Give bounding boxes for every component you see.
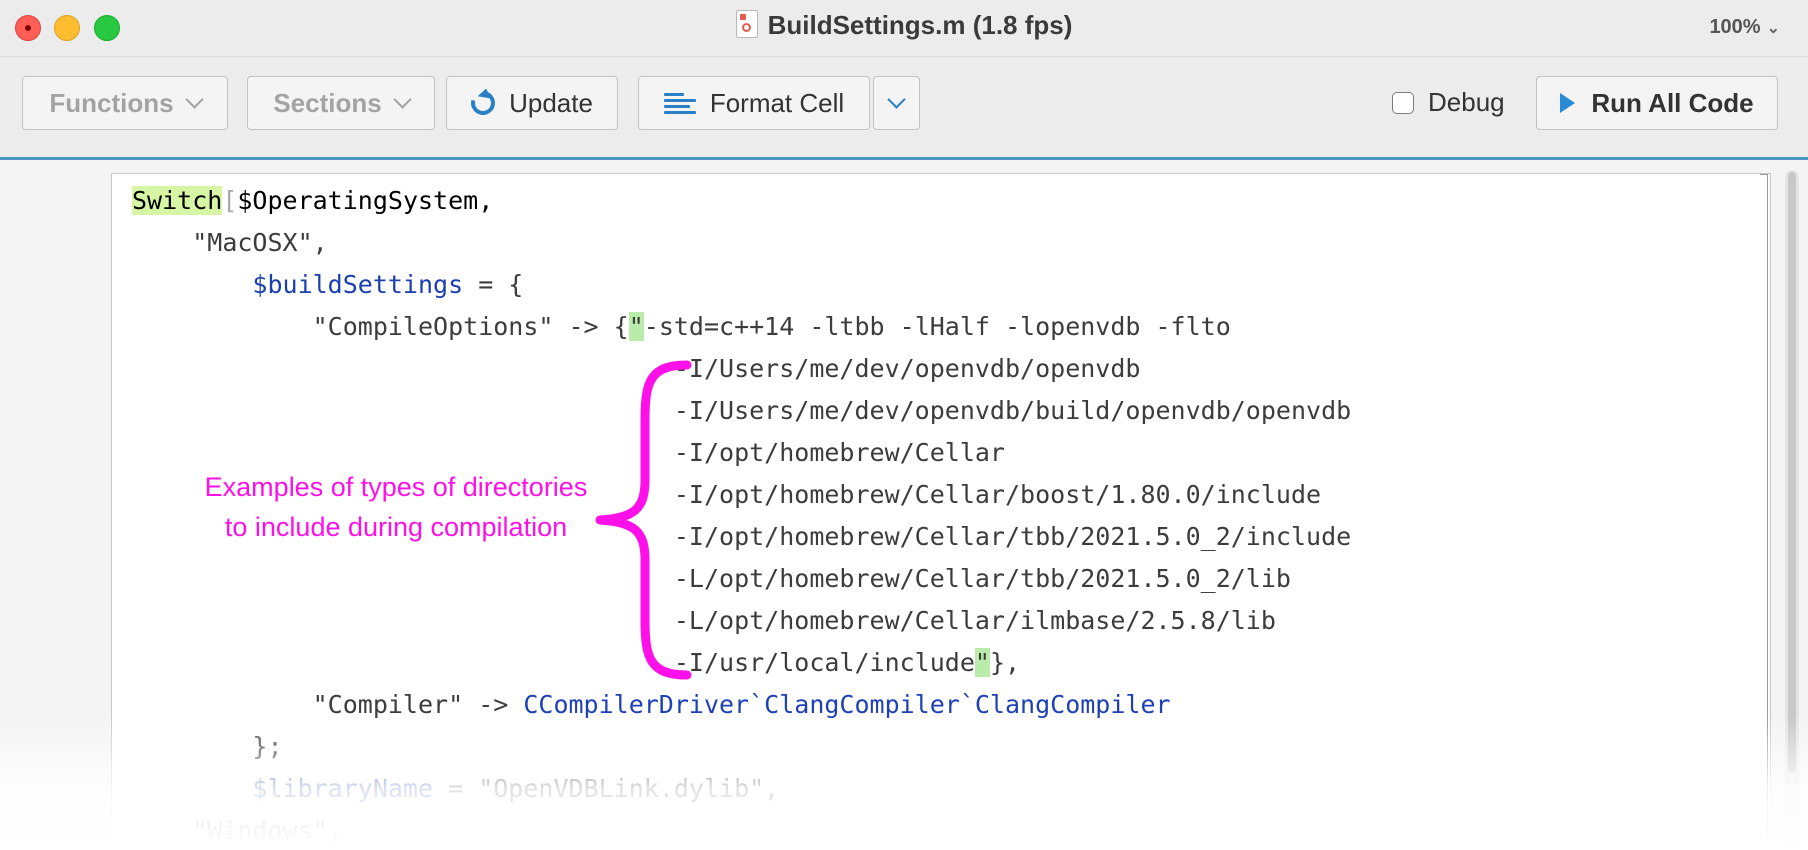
run-all-code-button[interactable]: Run All Code [1536, 76, 1778, 130]
curly-brace-icon [595, 360, 692, 680]
window-title-area: BuildSettings.m (1.8 fps) [0, 10, 1808, 41]
format-cell-button[interactable]: Format Cell [638, 76, 870, 130]
code-line[interactable]: "MacOSX", [132, 222, 327, 264]
chevron-down-icon: ⌄ [1766, 20, 1780, 37]
code-line[interactable]: "Compiler" -> CCompilerDriver`ClangCompi… [132, 684, 1171, 726]
include-path-line[interactable]: -I/Users/me/dev/openvdb/build/openvdb/op… [132, 390, 1351, 432]
annotation-text: Examples of types of directories to incl… [176, 467, 616, 547]
code-line[interactable]: $libraryName = "OpenVDBLink.dylib", [132, 768, 779, 810]
zoom-level: 100% [1709, 16, 1761, 38]
format-cell-label: Format Cell [709, 87, 845, 118]
chevron-down-icon [184, 89, 204, 109]
document-icon [735, 10, 758, 38]
code-line[interactable]: "Windows", [132, 810, 343, 850]
sections-menu-button[interactable]: Sections [247, 76, 435, 130]
code-line[interactable]: }; [132, 726, 282, 768]
code-line[interactable]: "CompileOptions" -> {"-std=c++14 -ltbb -… [132, 306, 1231, 348]
cell-bracket[interactable] [1760, 174, 1768, 850]
update-label: Update [509, 87, 593, 118]
sections-label: Sections [273, 87, 382, 118]
functions-menu-button[interactable]: Functions [22, 76, 228, 130]
chevron-down-icon [887, 89, 906, 109]
window-title: BuildSettings.m (1.8 fps) [767, 10, 1073, 40]
zoom-menu[interactable]: 100% ⌄ [1709, 16, 1780, 39]
run-all-code-label: Run All Code [1591, 87, 1754, 118]
annotation-line: Examples of types of directories [204, 472, 588, 502]
toolbar: Functions Sections Update Format Cell Ru… [0, 57, 1808, 160]
title-bar: BuildSettings.m (1.8 fps) 100% ⌄ [0, 0, 1808, 57]
refresh-icon [466, 86, 500, 120]
notebook-window: BuildSettings.m (1.8 fps) 100% ⌄ Function… [0, 0, 1808, 850]
code-line[interactable]: Switch[$OperatingSystem, [132, 180, 493, 222]
debug-label: Debug [1428, 87, 1505, 117]
update-button[interactable]: Update [446, 76, 618, 130]
annotation-line: to include during compilation [224, 512, 568, 542]
code-line[interactable]: $buildSettings = { [132, 264, 523, 306]
chevron-down-icon [392, 89, 412, 109]
functions-label: Functions [49, 87, 174, 118]
format-lines-icon [663, 92, 696, 114]
format-cell-dropdown-button[interactable] [873, 76, 920, 130]
switch-keyword: Switch [132, 186, 223, 215]
debug-toggle[interactable]: Debug [1392, 87, 1505, 118]
include-path-line[interactable]: -I/usr/local/include"}, [132, 642, 1020, 684]
debug-checkbox[interactable] [1392, 91, 1414, 114]
include-path-line[interactable]: -L/opt/homebrew/Cellar/tbb/2021.5.0_2/li… [132, 558, 1291, 600]
play-icon [1560, 93, 1576, 113]
scrollbar-thumb[interactable] [1788, 172, 1796, 772]
include-path-line[interactable]: -L/opt/homebrew/Cellar/ilmbase/2.5.8/lib [132, 600, 1276, 642]
